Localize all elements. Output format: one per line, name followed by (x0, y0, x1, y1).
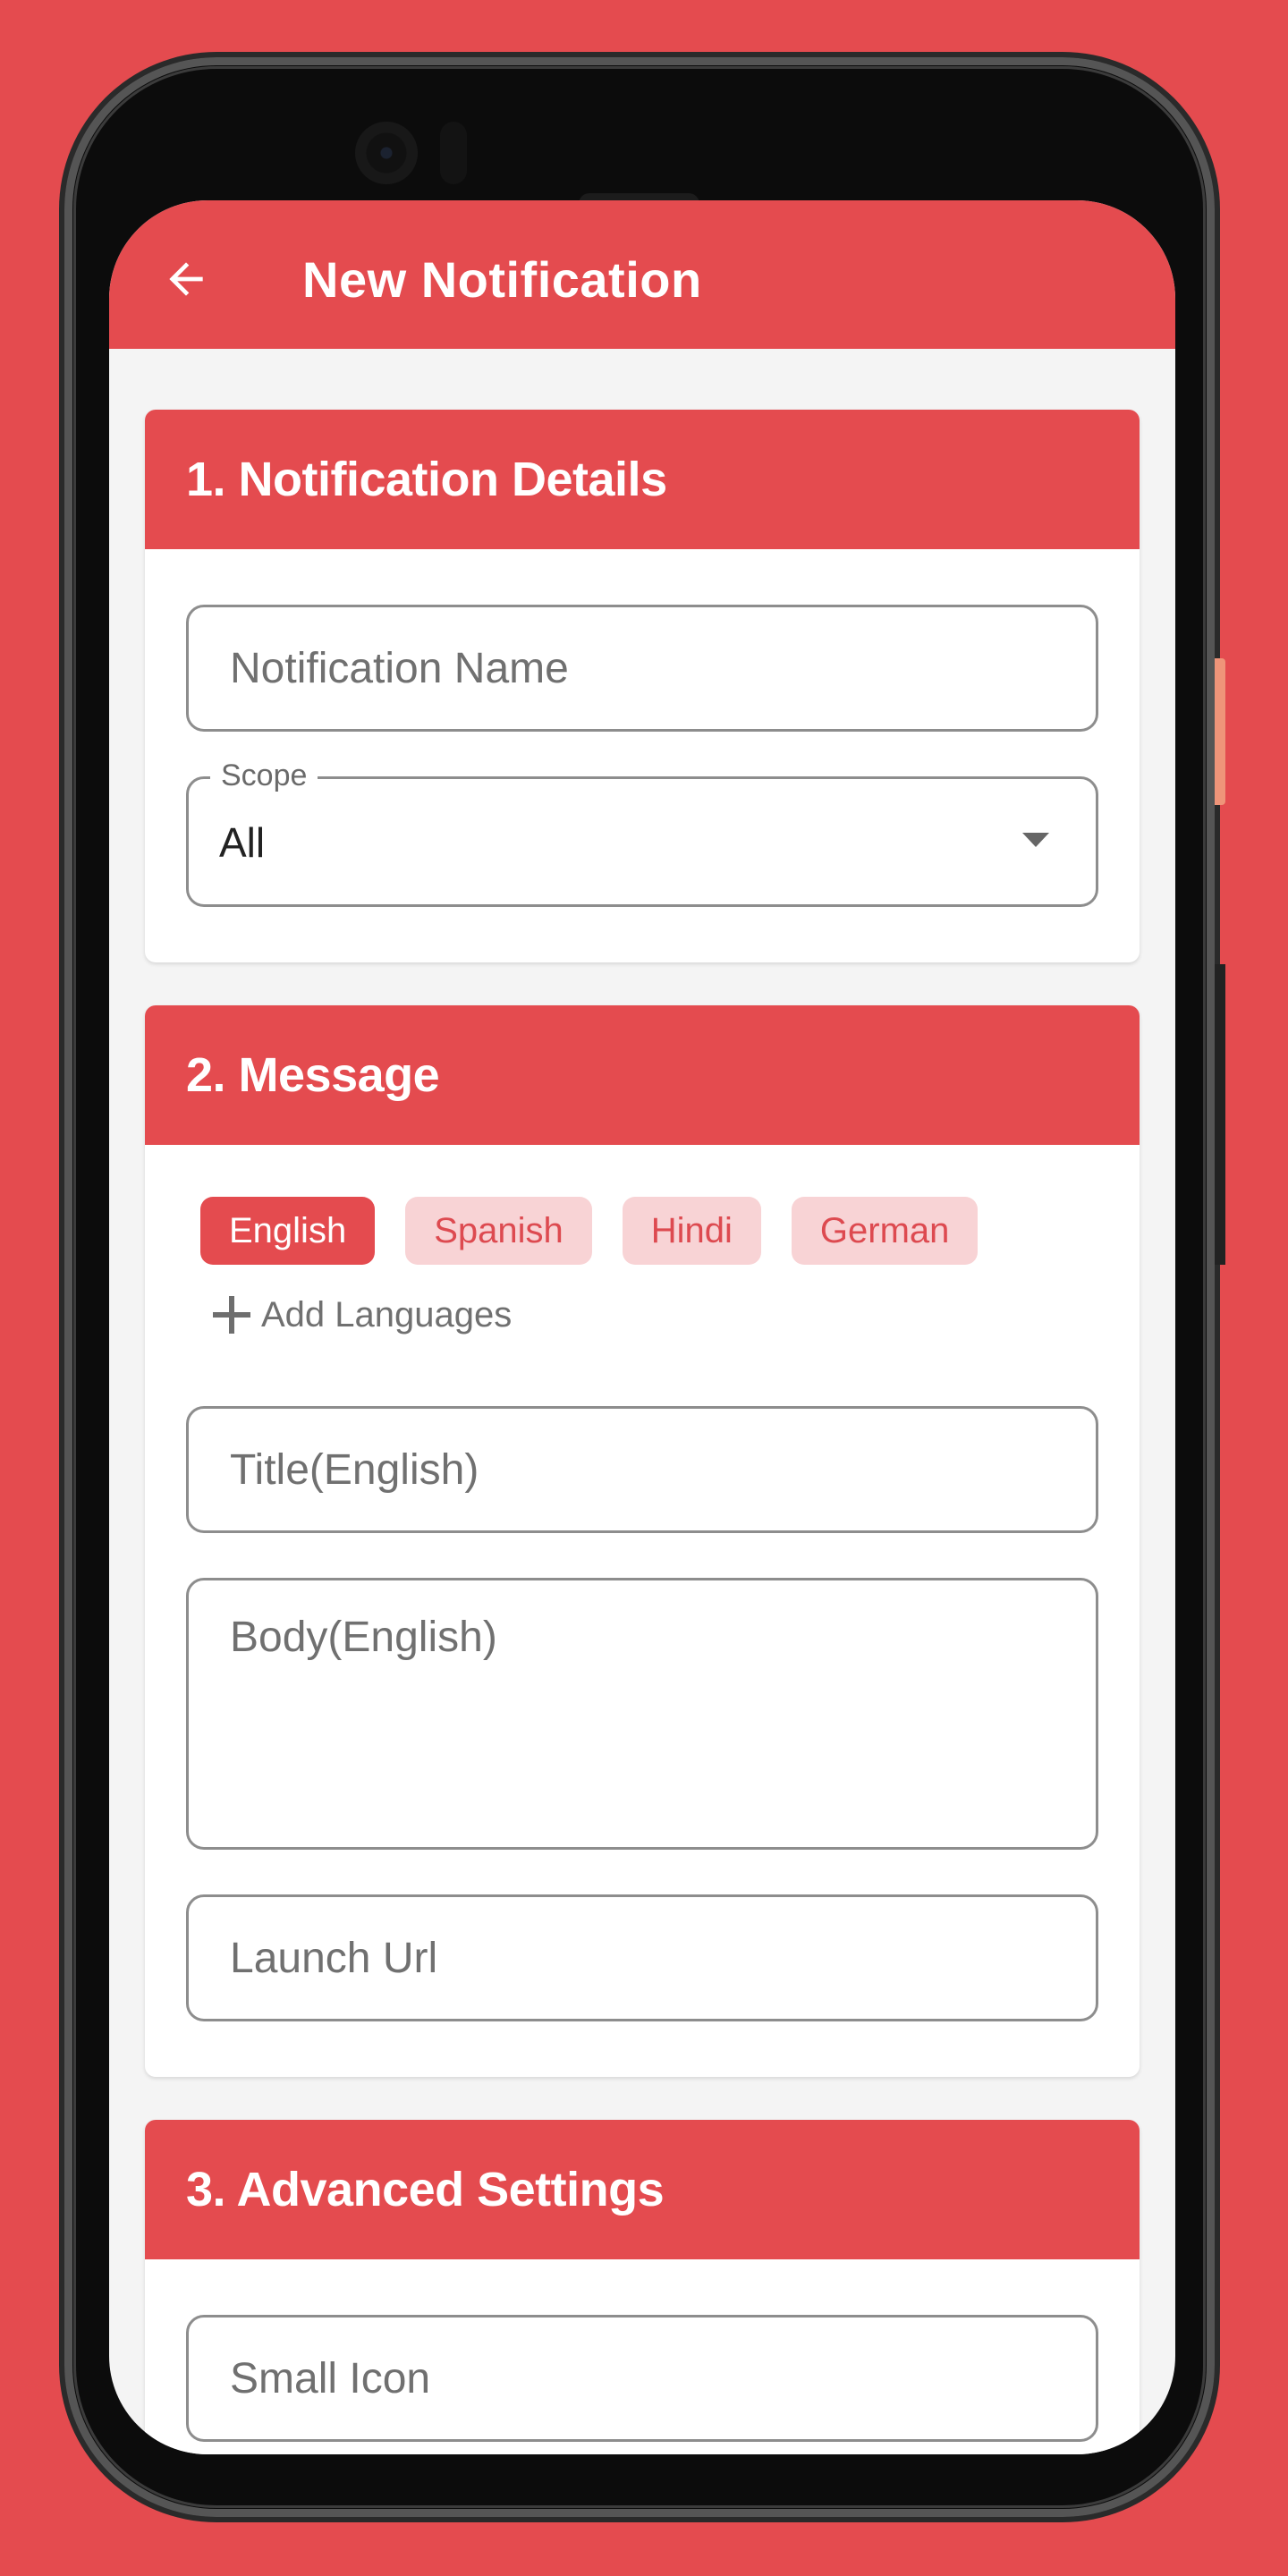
app-screen: New Notification 1. Notification Details… (109, 200, 1175, 2454)
section-header: 3. Advanced Settings (145, 2120, 1140, 2259)
body-placeholder: Body(English) (230, 1614, 497, 1661)
notification-name-input[interactable]: Notification Name (186, 605, 1098, 732)
form-content: 1. Notification Details Notification Nam… (109, 410, 1175, 2454)
power-button (1215, 658, 1225, 805)
launch-url-placeholder: Launch Url (230, 1934, 438, 1982)
add-languages-label: Add Languages (261, 1294, 513, 1335)
notification-details-card: 1. Notification Details Notification Nam… (145, 410, 1140, 962)
language-chip-spanish[interactable]: Spanish (405, 1197, 592, 1265)
language-chip-german[interactable]: German (791, 1197, 979, 1265)
page-title: New Notification (302, 250, 702, 308)
scope-label: Scope (210, 758, 318, 793)
section-header: 1. Notification Details (145, 410, 1140, 549)
section-header: 2. Message (145, 1005, 1140, 1145)
camera-icon (355, 122, 418, 184)
volume-button (1215, 964, 1225, 1265)
title-placeholder: Title(English) (230, 1445, 479, 1494)
language-chips: English Spanish Hindi German (186, 1197, 1098, 1265)
scope-select[interactable]: Scope All (186, 758, 1098, 907)
language-chip-hindi[interactable]: Hindi (622, 1197, 761, 1265)
advanced-settings-card: 3. Advanced Settings Small Icon (145, 2120, 1140, 2454)
language-chip-english[interactable]: English (200, 1197, 376, 1265)
notification-name-placeholder: Notification Name (230, 644, 569, 692)
small-icon-placeholder: Small Icon (230, 2354, 431, 2402)
title-input[interactable]: Title(English) (186, 1406, 1098, 1533)
arrow-left-icon (169, 262, 203, 296)
launch-url-input[interactable]: Launch Url (186, 1894, 1098, 2021)
plus-icon (211, 1294, 252, 1335)
add-languages-button[interactable]: Add Languages (211, 1286, 1098, 1343)
caret-down-icon[interactable] (1022, 833, 1049, 847)
body-textarea[interactable]: Body(English) (186, 1578, 1098, 1850)
back-button[interactable] (159, 252, 213, 306)
scope-value: All (219, 819, 266, 866)
message-card: 2. Message English Spanish Hindi German … (145, 1005, 1140, 2077)
app-bar: New Notification (109, 200, 1175, 349)
small-icon-input[interactable]: Small Icon (186, 2315, 1098, 2442)
sensor (440, 122, 467, 184)
